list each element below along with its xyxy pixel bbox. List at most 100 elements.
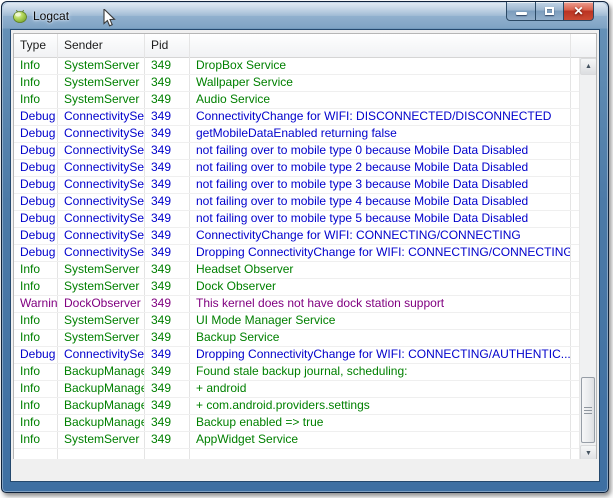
cell-filler <box>571 228 579 244</box>
cell-message: This kernel does not have dock station s… <box>190 296 571 312</box>
cell-sender: BackupManager... <box>58 398 145 414</box>
table-row[interactable]: Info SystemServer 349 Dock Observer <box>14 279 579 296</box>
cell-filler <box>571 347 579 363</box>
table-row[interactable]: Info SystemServer 349 AppWidget Service <box>14 432 579 449</box>
cell-filler <box>571 330 579 346</box>
table-row[interactable]: Info SystemServer 349 Audio Service <box>14 92 579 109</box>
table-row[interactable]: Info SystemServer 349 Headset Observer <box>14 262 579 279</box>
table-row[interactable]: Info SystemServer 349 Backup Service <box>14 330 579 347</box>
scroll-down-icon: ▼ <box>585 450 592 457</box>
column-header-pid[interactable]: Pid <box>145 34 190 58</box>
cell-pid: 349 <box>145 415 190 431</box>
cell-sender: SystemServer <box>58 432 145 448</box>
cell-filler <box>571 143 579 159</box>
table-row[interactable]: Debug ConnectivityServi... 349 not faili… <box>14 143 579 160</box>
cell-message: Wallpaper Service <box>190 75 571 91</box>
cell-sender: SystemServer <box>58 313 145 329</box>
table-row[interactable]: Debug ConnectivityServi... 349 not faili… <box>14 177 579 194</box>
cell-type: Debug <box>14 347 58 363</box>
table-row[interactable]: Debug ConnectivityServi... 349 not faili… <box>14 160 579 177</box>
column-header-sender[interactable]: Sender <box>58 34 145 58</box>
cell-message: not failing over to mobile type 2 becaus… <box>190 160 571 176</box>
cell-filler <box>571 211 579 227</box>
cell-message: not failing over to mobile type 4 becaus… <box>190 194 571 210</box>
table-row[interactable]: Info SystemServer 349 UI Mode Manager Se… <box>14 313 579 330</box>
column-header-message[interactable] <box>190 34 571 58</box>
table-row[interactable]: Info SystemServer 349 DropBox Service <box>14 58 579 75</box>
cell-pid: 349 <box>145 75 190 91</box>
caption-buttons: ✕ <box>506 2 594 22</box>
scroll-up-icon: ▲ <box>585 63 592 70</box>
cell-pid: 349 <box>145 58 190 74</box>
minimize-button[interactable] <box>506 2 536 21</box>
cell-type: Debug <box>14 228 58 244</box>
cell-pid: 349 <box>145 177 190 193</box>
cell-type: Info <box>14 92 58 108</box>
cell-filler <box>571 245 579 261</box>
cell-message: + com.android.providers.settings <box>190 398 571 414</box>
column-header-row: Type Sender Pid <box>14 34 596 58</box>
title-bar[interactable]: Logcat ✕ <box>2 2 608 29</box>
cell-filler <box>571 109 579 125</box>
vertical-scrollbar[interactable]: ▲ ▼ <box>579 58 596 462</box>
cell-type: Debug <box>14 160 58 176</box>
scroll-up-button[interactable]: ▲ <box>580 58 596 75</box>
cell-filler <box>571 75 579 91</box>
cell-message: Backup enabled => true <box>190 415 571 431</box>
cell-sender: ConnectivityServi... <box>58 211 145 227</box>
cell-type: Warning <box>14 296 58 312</box>
table-row[interactable]: Debug ConnectivityServi... 349 Connectiv… <box>14 109 579 126</box>
cell-pid: 349 <box>145 211 190 227</box>
android-icon[interactable] <box>12 8 28 24</box>
maximize-button[interactable] <box>536 2 563 21</box>
column-header-filler <box>571 34 596 58</box>
cell-message: Dock Observer <box>190 279 571 295</box>
cell-sender: BackupManager... <box>58 415 145 431</box>
scrollbar-thumb[interactable] <box>581 377 595 443</box>
table-row[interactable]: Debug ConnectivityServi... 349 Dropping … <box>14 347 579 364</box>
table-row[interactable]: Info BackupManager... 349 Backup enabled… <box>14 415 579 432</box>
table-row[interactable]: Info BackupManager... 349 + com.android.… <box>14 398 579 415</box>
table-row[interactable]: Debug ConnectivityServi... 349 getMobile… <box>14 126 579 143</box>
cell-sender: ConnectivityServi... <box>58 347 145 363</box>
table-row[interactable]: Debug ConnectivityServi... 349 Connectiv… <box>14 228 579 245</box>
cell-pid: 349 <box>145 228 190 244</box>
cell-filler <box>571 432 579 448</box>
cell-pid: 349 <box>145 160 190 176</box>
cell-filler <box>571 160 579 176</box>
maximize-icon <box>545 7 554 15</box>
cell-type: Info <box>14 381 58 397</box>
client-area: Type Sender Pid Info SystemServer 349 Dr… <box>10 29 600 482</box>
table-row[interactable]: Debug ConnectivityServi... 349 Dropping … <box>14 245 579 262</box>
table-row[interactable]: Warning DockObserver 349 This kernel doe… <box>14 296 579 313</box>
table-row[interactable]: Debug ConnectivityServi... 349 not faili… <box>14 194 579 211</box>
screen: Logcat ✕ Type Sender <box>0 0 613 498</box>
table-row[interactable]: Info BackupManager... 349 + android <box>14 381 579 398</box>
cell-filler <box>571 415 579 431</box>
cell-sender: SystemServer <box>58 262 145 278</box>
cell-type: Debug <box>14 211 58 227</box>
table-body: Info SystemServer 349 DropBox Service In… <box>14 58 579 462</box>
cell-filler <box>571 262 579 278</box>
cell-message: not failing over to mobile type 5 becaus… <box>190 211 571 227</box>
table-row[interactable]: Info BackupManager... 349 Found stale ba… <box>14 364 579 381</box>
cell-filler <box>571 279 579 295</box>
cell-pid: 349 <box>145 126 190 142</box>
cell-type: Debug <box>14 109 58 125</box>
column-header-type[interactable]: Type <box>14 34 58 58</box>
table-row[interactable]: Info SystemServer 349 Wallpaper Service <box>14 75 579 92</box>
cell-sender: ConnectivityServi... <box>58 245 145 261</box>
cell-message: ConnectivityChange for WIFI: DISCONNECTE… <box>190 109 571 125</box>
cell-type: Debug <box>14 245 58 261</box>
cell-filler <box>571 194 579 210</box>
cell-message: Dropping ConnectivityChange for WIFI: CO… <box>190 347 571 363</box>
cell-message: Headset Observer <box>190 262 571 278</box>
cell-filler <box>571 313 579 329</box>
cell-pid: 349 <box>145 279 190 295</box>
cell-type: Info <box>14 58 58 74</box>
cell-sender: DockObserver <box>58 296 145 312</box>
close-button[interactable]: ✕ <box>563 2 594 21</box>
cell-message: ConnectivityChange for WIFI: CONNECTING/… <box>190 228 571 244</box>
table-row[interactable]: Debug ConnectivityServi... 349 not faili… <box>14 211 579 228</box>
cell-pid: 349 <box>145 398 190 414</box>
